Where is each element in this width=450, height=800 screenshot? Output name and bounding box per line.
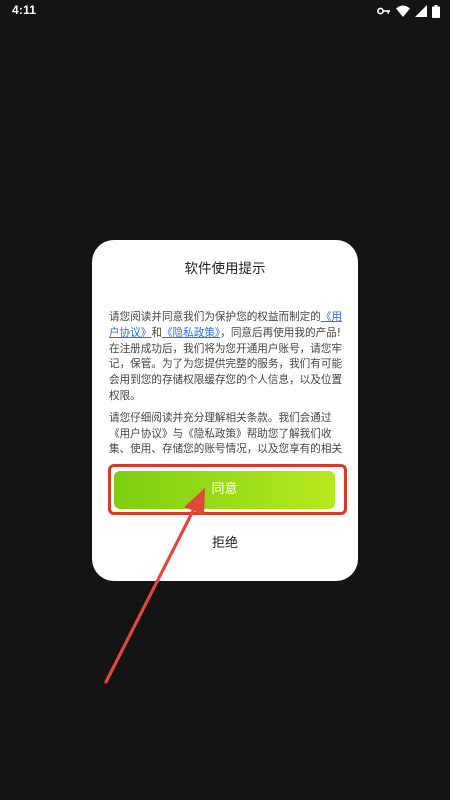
status-icons: [377, 3, 440, 19]
status-time: 4:11: [12, 3, 37, 17]
usage-notice-dialog: 软件使用提示 请您阅读并同意我们为保护您的权益而制定的《用户协议》和《隐私政策》…: [92, 240, 358, 581]
key-icon: [377, 6, 391, 16]
battery-icon: [432, 4, 440, 18]
privacy-policy-link[interactable]: 《隐私政策》: [162, 327, 220, 339]
paragraph-agreement: 请您阅读并同意我们为保护您的权益而制定的《用户协议》和《隐私政策》，同意后再使用…: [109, 310, 343, 405]
refuse-button[interactable]: 拒绝: [92, 533, 358, 555]
conjunction-and: 和: [151, 326, 162, 339]
agree-button[interactable]: 同意: [114, 471, 335, 509]
paragraph-terms: 请您仔细阅读并充分理解相关条款。我们会通过《用户协议》与《隐私政策》帮助您了解我…: [109, 411, 343, 456]
wifi-icon: [396, 5, 410, 17]
dialog-title: 软件使用提示: [184, 261, 266, 277]
status-bar: 4:11: [0, 0, 450, 22]
screen: 4:11 软件使用提示 请您阅读并同意我们为保护您的权益而制定的《用户协议》和《…: [0, 0, 450, 800]
dialog-body-scroll[interactable]: 请您阅读并同意我们为保护您的权益而制定的《用户协议》和《隐私政策》，同意后再使用…: [109, 310, 343, 458]
paragraph-agreement-intro: 请您阅读并同意我们为保护您的权益而制定的: [109, 311, 321, 323]
signal-icon: [415, 5, 427, 17]
